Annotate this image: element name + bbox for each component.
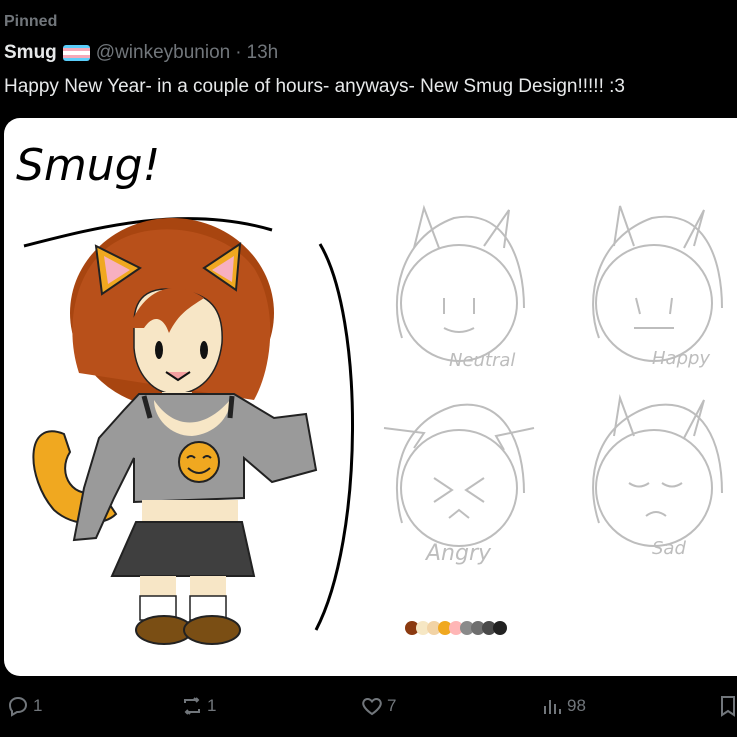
side-bracket-line [314, 243, 354, 631]
repost-count: 1 [207, 696, 217, 715]
expression-angry [383, 403, 535, 547]
views-count: 98 [567, 696, 586, 715]
label-sad: Sad [652, 538, 686, 559]
reply-count: 1 [33, 696, 43, 715]
expression-sad [592, 394, 723, 547]
tweet-text: Happy New Year- in a couple of hours- an… [4, 76, 625, 97]
heart-icon [362, 697, 382, 716]
tweet-header: Smug @winkeybunion · 13h [4, 42, 278, 64]
tweet-actions: 1 1 7 98 [0, 694, 737, 724]
post-time[interactable]: 13h [247, 42, 279, 64]
repost-icon [184, 697, 200, 715]
like-button[interactable]: 7 [360, 694, 396, 718]
skirt [110, 521, 256, 577]
repost-button[interactable]: 1 [180, 694, 216, 718]
label-happy: Happy [652, 348, 710, 369]
analytics-icon [544, 700, 561, 714]
palette-swatch [493, 621, 507, 635]
expression-happy [592, 205, 723, 362]
author-handle[interactable]: @winkeybunion [96, 42, 230, 64]
smiley-emblem [178, 441, 220, 483]
label-neutral: Neutral [449, 350, 515, 371]
media-image[interactable]: Smug! Neutral Happy Angry Sad [4, 118, 737, 676]
bookmark-icon [721, 696, 735, 717]
trans-flag-icon [62, 45, 90, 61]
drawing-title: Smug! [16, 140, 160, 191]
header-separator: · [235, 42, 242, 63]
reply-icon [8, 696, 28, 717]
bookmark-button[interactable] [716, 694, 737, 718]
expression-neutral [395, 204, 525, 362]
like-count: 7 [387, 696, 397, 715]
pinned-label: Pinned [4, 13, 58, 30]
right-boot [183, 615, 241, 645]
label-angry: Angry [424, 541, 492, 566]
reply-button[interactable]: 1 [6, 694, 42, 718]
author-name[interactable]: Smug [4, 42, 57, 64]
character-drawing: Smug! Neutral Happy Angry Sad [16, 140, 723, 645]
views-button[interactable]: 98 [540, 694, 586, 718]
color-palette [405, 621, 507, 635]
